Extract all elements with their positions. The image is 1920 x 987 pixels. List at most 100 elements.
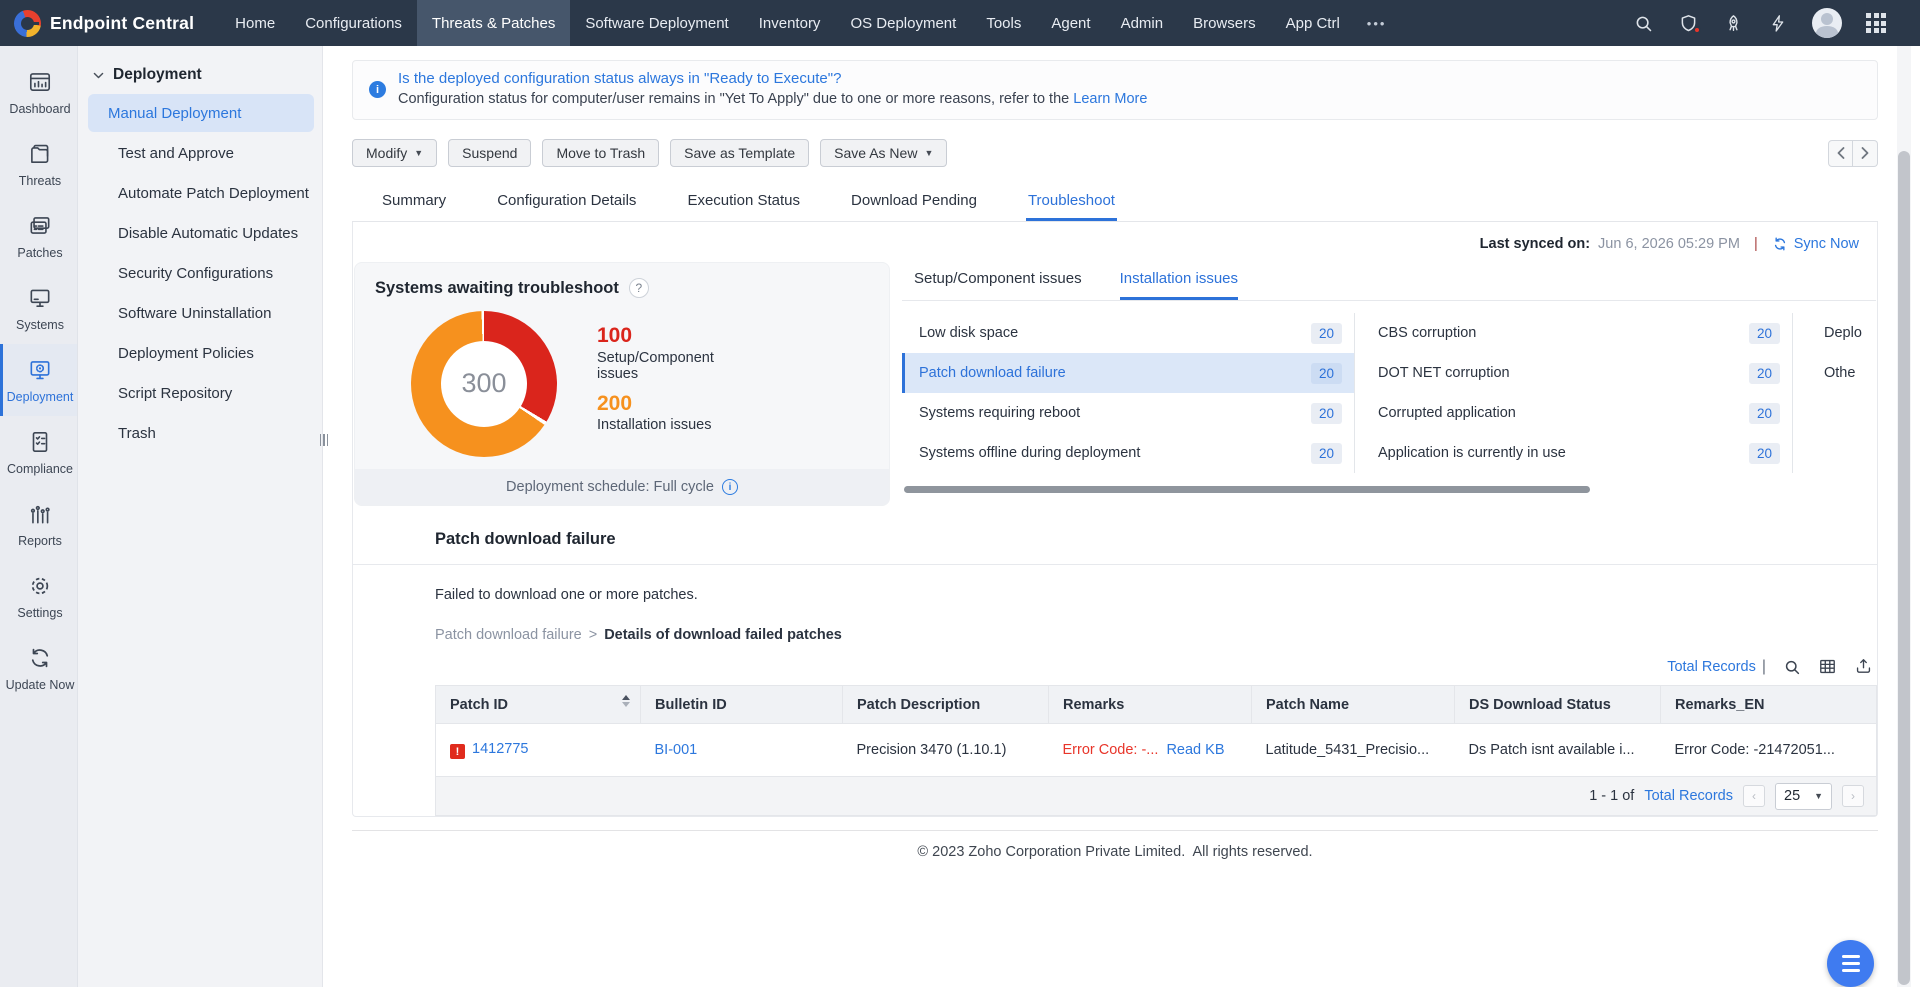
- prev-config-button[interactable]: [1828, 140, 1853, 167]
- issue-count[interactable]: 20: [1311, 323, 1342, 344]
- tree-item-script-repository[interactable]: Script Repository: [88, 374, 314, 412]
- tree-header-deployment[interactable]: Deployment: [78, 60, 322, 94]
- rail-item-reports[interactable]: Reports: [0, 488, 77, 560]
- tab-download-pending[interactable]: Download Pending: [849, 187, 979, 221]
- nav-home[interactable]: Home: [220, 0, 290, 46]
- issue-corrupted-application[interactable]: Corrupted application20: [1361, 393, 1792, 433]
- rail-item-compliance[interactable]: Compliance: [0, 416, 77, 488]
- tree-item-security-configurations[interactable]: Security Configurations: [88, 254, 314, 292]
- tree-item-deployment-policies[interactable]: Deployment Policies: [88, 334, 314, 372]
- issue-count[interactable]: 20: [1749, 363, 1780, 384]
- issue-count[interactable]: 20: [1749, 323, 1780, 344]
- save-as-new-button[interactable]: Save As New▼: [820, 139, 947, 167]
- issue-clipped-1[interactable]: Deplo: [1807, 313, 1876, 353]
- nav-configurations[interactable]: Configurations: [290, 0, 417, 46]
- issue-count[interactable]: 20: [1749, 443, 1780, 464]
- search-icon[interactable]: [1633, 13, 1654, 34]
- tree-item-automate-patch-deployment[interactable]: Automate Patch Deployment: [88, 174, 314, 212]
- tab-configuration-details[interactable]: Configuration Details: [495, 187, 638, 221]
- nav-threats-patches[interactable]: Threats & Patches: [417, 0, 570, 46]
- rail-item-systems[interactable]: Systems: [0, 272, 77, 344]
- patch-id-link[interactable]: 1412775: [472, 741, 528, 757]
- tab-troubleshoot[interactable]: Troubleshoot: [1026, 187, 1117, 221]
- nav-os-deployment[interactable]: OS Deployment: [835, 0, 971, 46]
- rail-item-settings[interactable]: Settings: [0, 560, 77, 632]
- tab-installation-issues[interactable]: Installation issues: [1120, 270, 1238, 300]
- tree-item-software-uninstallation[interactable]: Software Uninstallation: [88, 294, 314, 332]
- issue-systems-offline[interactable]: Systems offline during deployment20: [902, 433, 1354, 473]
- nav-app-ctrl[interactable]: App Ctrl: [1271, 0, 1355, 46]
- suspend-button[interactable]: Suspend: [448, 139, 531, 167]
- quick-actions-fab[interactable]: [1827, 940, 1874, 987]
- nav-admin[interactable]: Admin: [1106, 0, 1179, 46]
- help-icon[interactable]: ?: [629, 278, 649, 298]
- shield-icon[interactable]: [1678, 13, 1699, 34]
- schedule-info-icon[interactable]: i: [722, 479, 738, 495]
- prev-page-button[interactable]: ‹: [1743, 785, 1765, 807]
- col-header-patch-name[interactable]: Patch Name: [1252, 686, 1455, 724]
- issue-count[interactable]: 20: [1749, 403, 1780, 424]
- tree-item-trash[interactable]: Trash: [88, 414, 314, 452]
- issue-count[interactable]: 20: [1311, 443, 1342, 464]
- table-search-icon[interactable]: [1783, 658, 1801, 676]
- tree-item-test-and-approve[interactable]: Test and Approve: [88, 134, 314, 172]
- bulletin-id-link[interactable]: BI-001: [655, 742, 698, 758]
- issue-low-disk-space[interactable]: Low disk space20: [902, 313, 1354, 353]
- next-config-button[interactable]: [1853, 140, 1878, 167]
- next-page-button[interactable]: ›: [1842, 785, 1864, 807]
- tree-item-disable-automatic-updates[interactable]: Disable Automatic Updates: [88, 214, 314, 252]
- banner-title[interactable]: Is the deployed configuration status alw…: [398, 70, 1147, 87]
- page-size-select[interactable]: 25▼: [1775, 783, 1832, 810]
- total-records-link[interactable]: Total Records: [1667, 659, 1756, 675]
- learn-more-link[interactable]: Learn More: [1073, 91, 1147, 107]
- rail-item-dashboard[interactable]: Dashboard: [0, 56, 77, 128]
- troubleshoot-donut-chart[interactable]: 300: [411, 311, 557, 457]
- export-icon[interactable]: [1854, 657, 1873, 676]
- rail-item-patches[interactable]: Patches: [0, 200, 77, 272]
- total-records-link[interactable]: Total Records: [1644, 788, 1733, 804]
- nav-inventory[interactable]: Inventory: [744, 0, 836, 46]
- nav-software-deployment[interactable]: Software Deployment: [570, 0, 743, 46]
- apps-grid-icon[interactable]: [1866, 13, 1886, 33]
- rail-item-threats[interactable]: Threats: [0, 128, 77, 200]
- tree-item-manual-deployment[interactable]: Manual Deployment: [88, 94, 314, 132]
- tab-execution-status[interactable]: Execution Status: [685, 187, 802, 221]
- col-header-remarks-en[interactable]: Remarks_EN: [1661, 686, 1877, 724]
- col-header-ds-download-status[interactable]: DS Download Status: [1455, 686, 1661, 724]
- breadcrumb-parent[interactable]: Patch download failure: [435, 627, 582, 643]
- column-chooser-icon[interactable]: [1818, 657, 1837, 676]
- setup-issues-count[interactable]: 100: [597, 324, 757, 347]
- issue-cbs-corruption[interactable]: CBS corruption20: [1361, 313, 1792, 353]
- tab-summary[interactable]: Summary: [380, 187, 448, 221]
- read-kb-link[interactable]: Read KB: [1166, 742, 1224, 758]
- tab-setup-component-issues[interactable]: Setup/Component issues: [914, 270, 1082, 300]
- nav-agent[interactable]: Agent: [1036, 0, 1105, 46]
- col-header-remarks[interactable]: Remarks: [1049, 686, 1252, 724]
- sort-icons[interactable]: [622, 695, 630, 707]
- lightning-icon[interactable]: [1768, 13, 1788, 34]
- rocket-icon[interactable]: [1723, 13, 1744, 34]
- issue-count[interactable]: 20: [1311, 403, 1342, 424]
- issue-dot-net-corruption[interactable]: DOT NET corruption20: [1361, 353, 1792, 393]
- col-header-bulletin-id[interactable]: Bulletin ID: [641, 686, 843, 724]
- issue-systems-requiring-reboot[interactable]: Systems requiring reboot20: [902, 393, 1354, 433]
- save-as-template-button[interactable]: Save as Template: [670, 139, 809, 167]
- issue-clipped-2[interactable]: Othe: [1807, 353, 1876, 393]
- sidebar-resize-handle[interactable]: [320, 434, 329, 446]
- nav-browsers[interactable]: Browsers: [1178, 0, 1271, 46]
- col-header-patch-description[interactable]: Patch Description: [843, 686, 1049, 724]
- rail-item-update-now[interactable]: Update Now: [0, 632, 77, 704]
- brand[interactable]: Endpoint Central: [14, 10, 194, 37]
- user-avatar[interactable]: [1812, 8, 1842, 38]
- modify-button[interactable]: Modify▼: [352, 139, 437, 167]
- col-header-patch-id[interactable]: Patch ID: [436, 686, 641, 724]
- sync-now-button[interactable]: Sync Now: [1772, 236, 1859, 252]
- issue-patch-download-failure[interactable]: Patch download failure20: [902, 353, 1354, 393]
- issues-horizontal-scrollbar[interactable]: [904, 486, 1590, 493]
- installation-issues-count[interactable]: 200: [597, 392, 757, 415]
- scrollbar-thumb[interactable]: [1898, 151, 1910, 985]
- issue-count[interactable]: 20: [1311, 363, 1342, 384]
- rail-item-deployment[interactable]: Deployment: [0, 344, 77, 416]
- nav-tools[interactable]: Tools: [971, 0, 1036, 46]
- issue-application-in-use[interactable]: Application is currently in use20: [1361, 433, 1792, 473]
